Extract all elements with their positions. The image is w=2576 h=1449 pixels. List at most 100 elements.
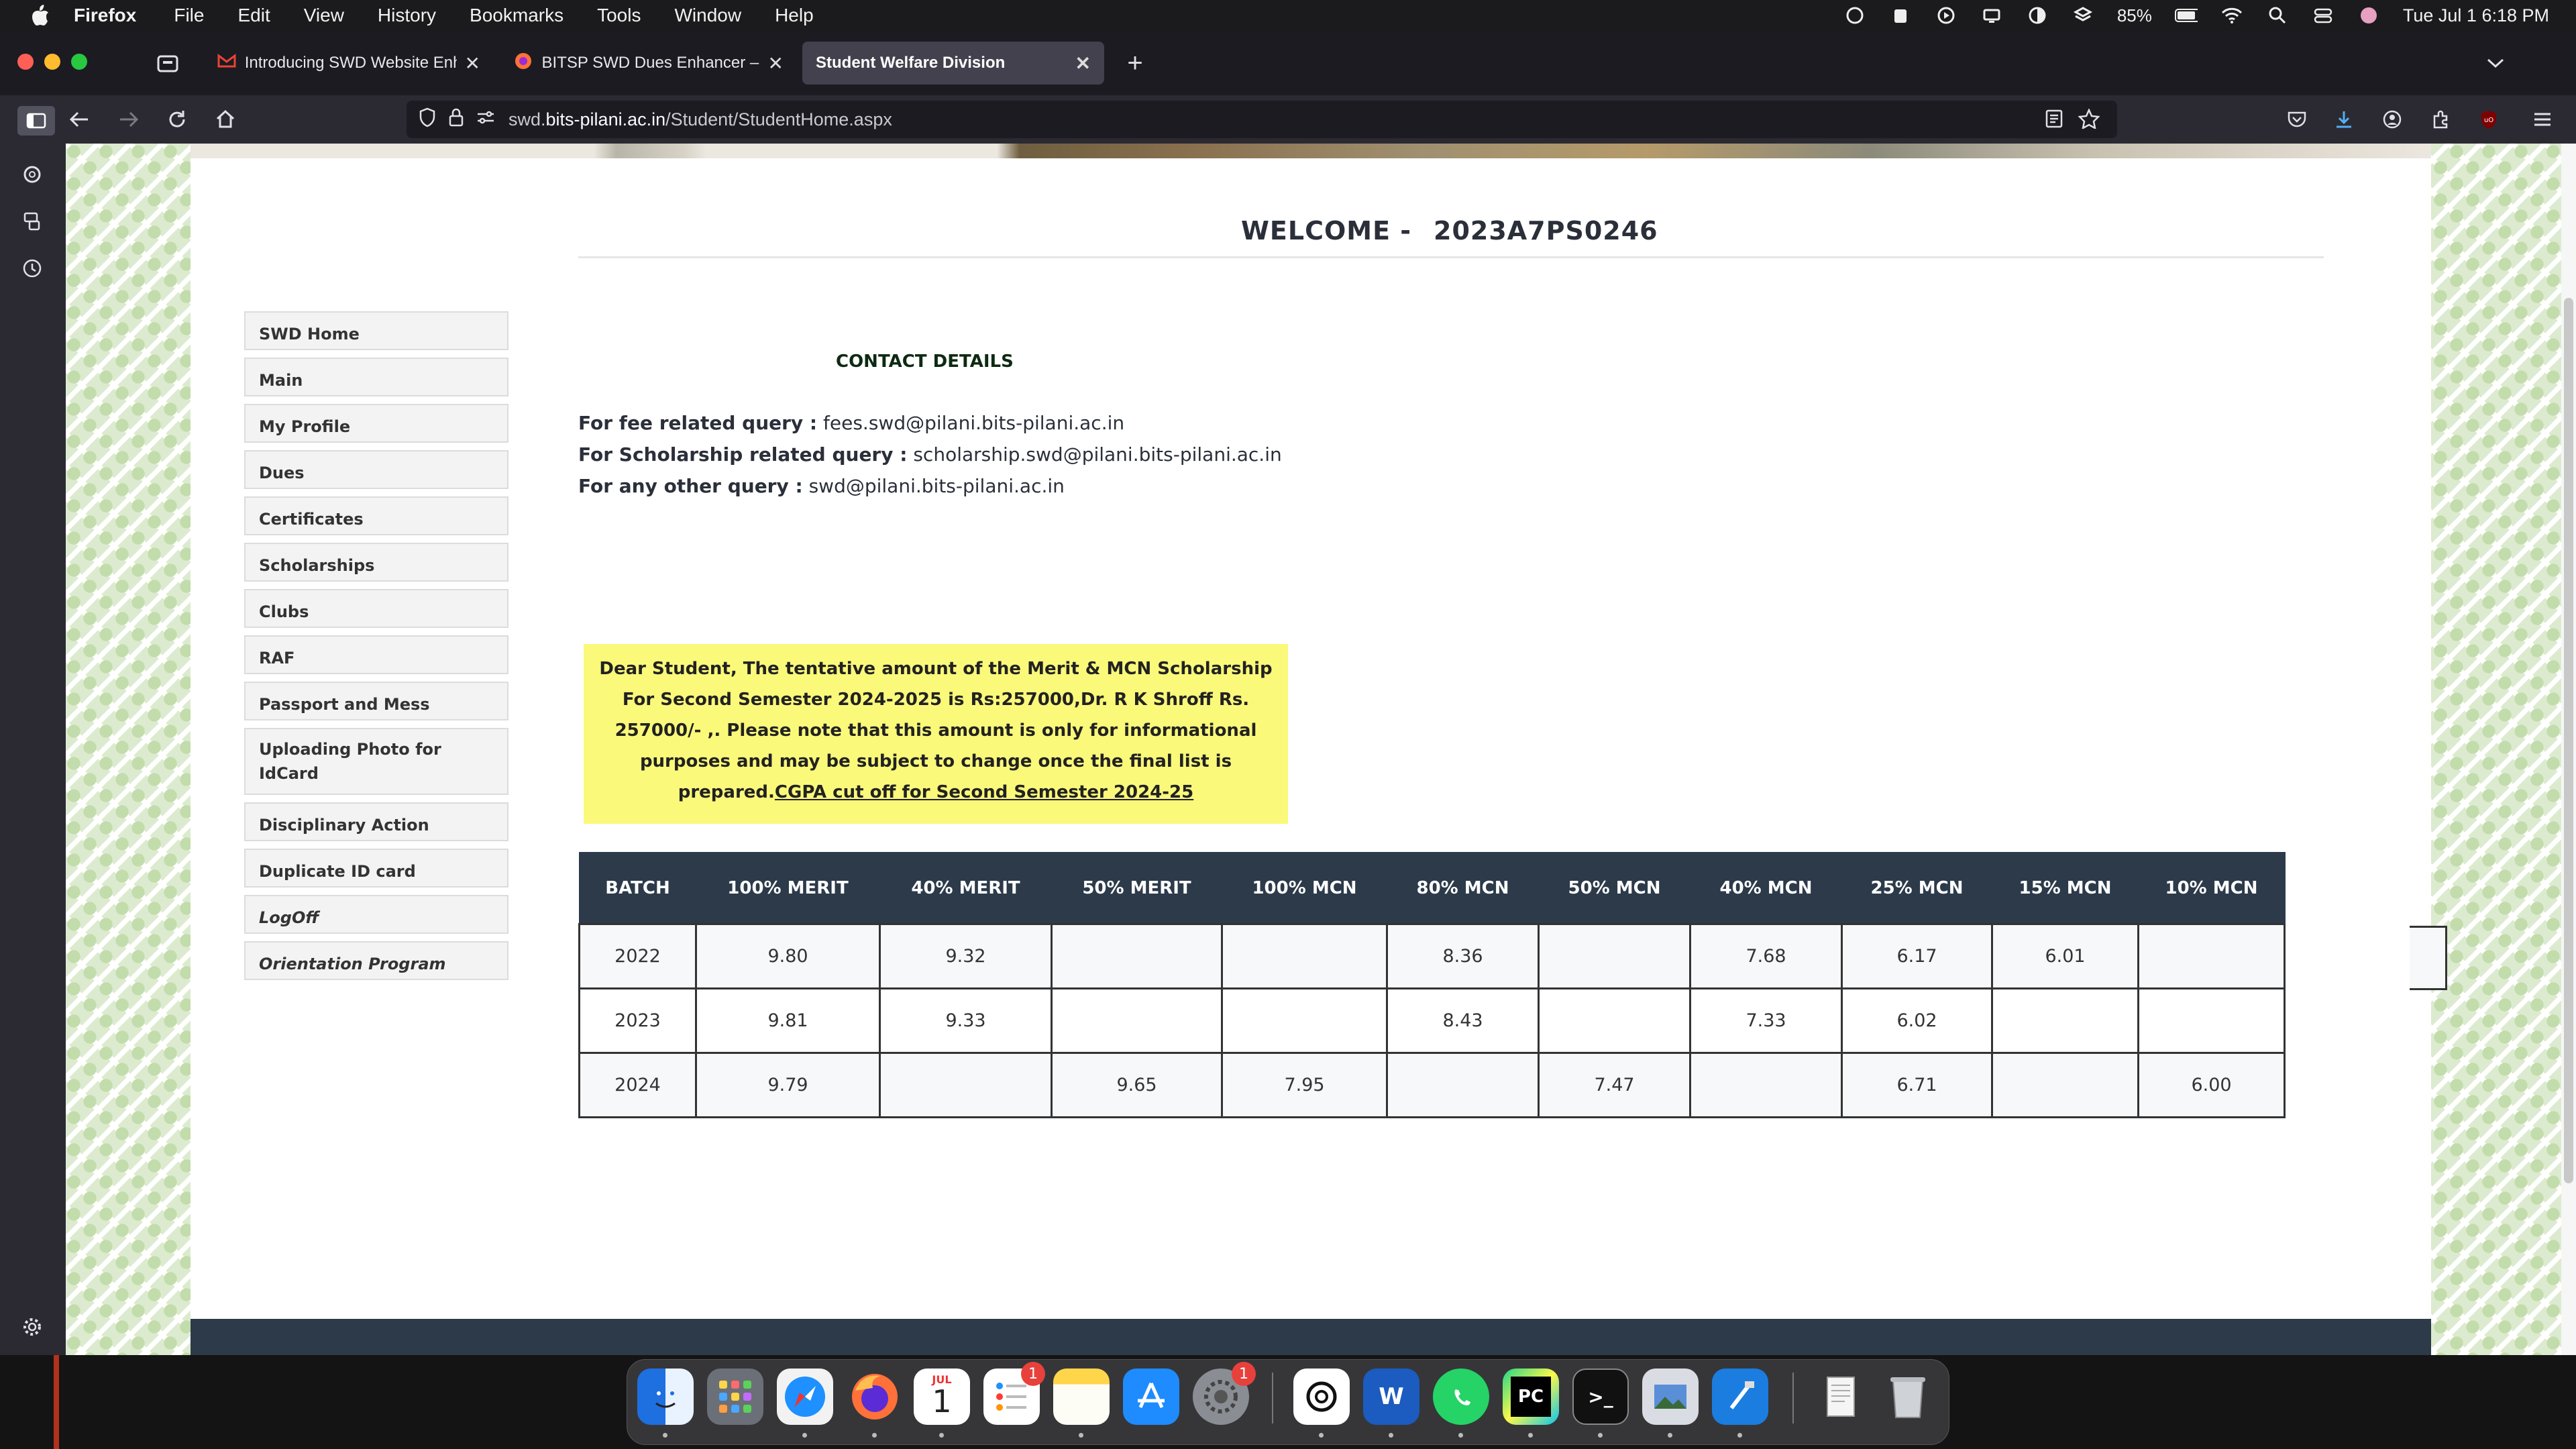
menu-file[interactable]: File [174, 5, 204, 26]
chatbot-icon[interactable] [19, 161, 46, 188]
scrollbar-thumb[interactable] [2564, 298, 2573, 1183]
nav-scholarships[interactable]: Scholarships [244, 543, 508, 582]
contact-label: For Scholarship related query : [578, 443, 908, 466]
layers-icon[interactable] [2072, 4, 2094, 27]
menu-window[interactable]: Window [674, 5, 741, 26]
whatsapp-icon[interactable] [1433, 1368, 1489, 1425]
running-indicator [872, 1433, 877, 1438]
calendar-icon[interactable]: JUL 1 [914, 1368, 970, 1425]
xcode-icon[interactable] [1712, 1368, 1768, 1425]
user-avatar-icon[interactable] [2357, 4, 2380, 27]
calendar-day: 1 [932, 1383, 952, 1419]
list-all-tabs-chevron-icon[interactable] [2482, 50, 2509, 76]
tab-gmail[interactable]: Introducing SWD Website Enhancer ✕ [204, 42, 494, 85]
display-icon[interactable] [1980, 4, 2003, 27]
nav-dues[interactable]: Dues [244, 450, 508, 489]
new-tab-icon[interactable]: + [1122, 48, 1148, 78]
menu-edit[interactable]: Edit [237, 5, 270, 26]
running-indicator [1079, 1433, 1083, 1438]
home-icon[interactable] [212, 106, 239, 133]
close-icon[interactable]: ✕ [768, 52, 784, 74]
play-icon[interactable] [1935, 4, 1957, 27]
window-close-button[interactable] [17, 54, 34, 70]
nav-duplicate-id-card[interactable]: Duplicate ID card [244, 849, 508, 888]
close-icon[interactable]: ✕ [465, 52, 480, 74]
menu-help[interactable]: Help [775, 5, 814, 26]
notes-icon[interactable] [1053, 1368, 1110, 1425]
nav-disciplinary-action[interactable]: Disciplinary Action [244, 802, 508, 841]
nav-uploading-photo[interactable]: Uploading Photo for IdCard [244, 728, 508, 795]
hamburger-menu-icon[interactable] [2529, 106, 2556, 133]
cgpa-cutoff-link[interactable]: CGPA cut off for Second Semester 2024-25 [775, 782, 1193, 802]
tab-addon[interactable]: BITSP SWD Dues Enhancer – Get ✕ [500, 42, 797, 85]
nav-my-profile[interactable]: My Profile [244, 404, 508, 443]
sidebar-settings-gear-icon[interactable] [19, 1313, 46, 1340]
microsoft-word-icon[interactable]: W [1363, 1368, 1419, 1425]
chatgpt-icon[interactable] [1843, 4, 1866, 27]
battery-icon[interactable] [2174, 4, 2198, 27]
page-scrollbar[interactable] [2561, 144, 2576, 1355]
launchpad-icon[interactable] [707, 1368, 763, 1425]
menu-bookmarks[interactable]: Bookmarks [470, 5, 564, 26]
column-header: 100% MERIT [695, 852, 881, 924]
column-header: 80% MCN [1386, 852, 1540, 924]
spotlight-search-icon[interactable] [2266, 4, 2289, 27]
lock-icon[interactable] [448, 107, 464, 132]
back-icon[interactable] [66, 106, 93, 133]
documents-stack-icon[interactable] [1813, 1368, 1869, 1425]
ublock-origin-icon[interactable]: uO [2475, 106, 2502, 133]
menu-tools[interactable]: Tools [597, 5, 641, 26]
nav-clubs[interactable]: Clubs [244, 589, 508, 628]
trash-icon[interactable] [1880, 1368, 1936, 1425]
close-icon[interactable]: ✕ [1075, 52, 1091, 74]
nav-main[interactable]: Main [244, 358, 508, 396]
terminal-icon[interactable]: >_ [1572, 1368, 1629, 1425]
apple-icon[interactable] [27, 2, 54, 29]
extensions-icon[interactable] [2427, 106, 2454, 133]
safari-icon[interactable] [777, 1368, 833, 1425]
control-center-icon[interactable] [2312, 4, 2334, 27]
menubar-datetime[interactable]: Tue Jul 1 6:18 PM [2403, 5, 2549, 26]
tab-swd-active[interactable]: Student Welfare Division ✕ [802, 42, 1104, 85]
nav-certificates[interactable]: Certificates [244, 496, 508, 535]
table-cell [1991, 987, 2139, 1054]
tracking-protection-shield-icon[interactable] [419, 107, 436, 132]
nav-logoff[interactable]: LogOff [244, 895, 508, 934]
menu-view[interactable]: View [304, 5, 344, 26]
history-icon[interactable] [19, 255, 46, 282]
pycharm-icon[interactable]: PC [1503, 1368, 1559, 1425]
nav-raf[interactable]: RAF [244, 635, 508, 674]
url-bar[interactable]: swd. bits-pilani.ac.in/Student/StudentHom… [407, 101, 2117, 138]
account-icon[interactable] [2379, 106, 2406, 133]
app-store-icon[interactable] [1123, 1368, 1179, 1425]
sidebar-toggle-icon[interactable] [17, 106, 55, 136]
url-prefix: swd. [508, 109, 546, 129]
chatgpt-icon[interactable] [1293, 1368, 1350, 1425]
table-cell: 8.36 [1386, 922, 1540, 989]
window-minimize-button[interactable] [44, 54, 60, 70]
bookmark-star-icon[interactable] [2078, 107, 2100, 133]
nav-orientation-program[interactable]: Orientation Program [244, 941, 508, 980]
menu-history[interactable]: History [378, 5, 436, 26]
table-cell: 6.17 [1841, 922, 1993, 989]
finder-icon[interactable] [637, 1368, 694, 1425]
table-cell [1221, 922, 1388, 989]
forward-icon[interactable] [115, 106, 142, 133]
nav-passport-and-mess[interactable]: Passport and Mess [244, 682, 508, 720]
menu-app-name[interactable]: Firefox [74, 5, 136, 26]
reader-view-icon[interactable] [2045, 109, 2063, 133]
synced-tabs-icon[interactable] [19, 208, 46, 235]
window-zoom-button[interactable] [71, 54, 87, 70]
nav-swd-home[interactable]: SWD Home [244, 311, 508, 350]
permissions-icon[interactable] [476, 109, 495, 130]
reload-icon[interactable] [164, 106, 191, 133]
downloads-icon[interactable] [2330, 106, 2357, 133]
running-indicator [1528, 1433, 1533, 1438]
preview-icon[interactable] [1642, 1368, 1699, 1425]
pocket-icon[interactable] [2284, 106, 2310, 133]
firefox-view-icon[interactable] [154, 50, 181, 76]
contrast-icon[interactable] [2026, 4, 2049, 27]
wifi-icon[interactable] [2220, 4, 2243, 27]
app-store-helper-icon[interactable] [1889, 4, 1912, 27]
firefox-icon[interactable] [847, 1368, 903, 1425]
